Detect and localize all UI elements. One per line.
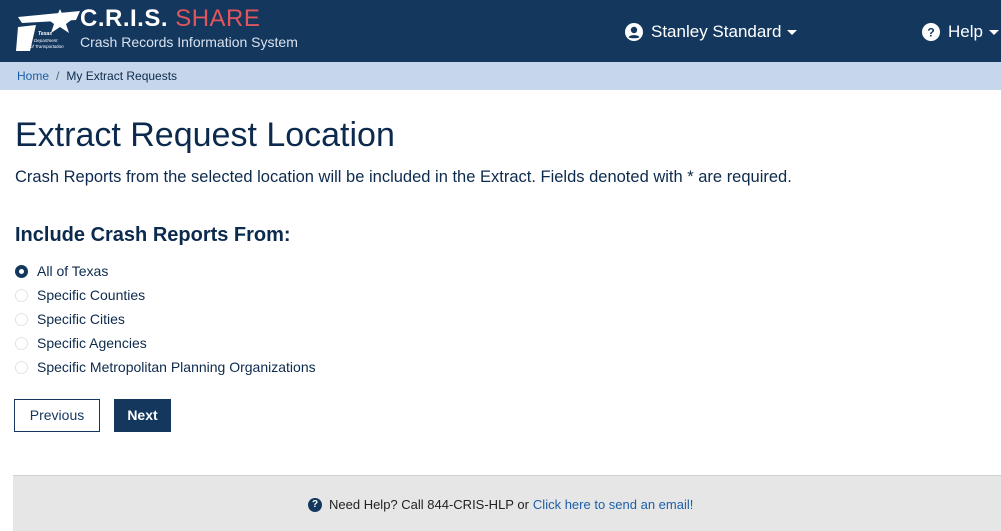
logo-text-line2: Department xyxy=(34,38,58,43)
logo-text-line1: Texas xyxy=(38,31,52,37)
radio-button[interactable] xyxy=(15,288,28,302)
next-button[interactable]: Next xyxy=(114,399,171,432)
page-title: Extract Request Location xyxy=(15,116,395,154)
radio-button[interactable] xyxy=(15,312,28,326)
caret-down-icon xyxy=(988,29,999,35)
radio-label: Specific Agencies xyxy=(37,335,147,351)
footer-help-text: Need Help? Call 844-CRIS-HLP or xyxy=(329,497,529,512)
help-menu[interactable]: ? Help xyxy=(922,20,999,44)
location-radio-group: All of Texas Specific Counties Specific … xyxy=(15,259,316,379)
question-circle-icon: ? xyxy=(922,23,940,41)
radio-button[interactable] xyxy=(15,360,28,374)
breadcrumb: Home / My Extract Requests xyxy=(0,62,1001,90)
breadcrumb-current: My Extract Requests xyxy=(66,69,178,83)
user-circle-icon xyxy=(625,23,643,41)
help-footer: ? Need Help? Call 844-CRIS-HLP or Click … xyxy=(13,475,1001,531)
radio-button-selected[interactable] xyxy=(15,264,28,278)
radio-label: Specific Cities xyxy=(37,311,125,327)
brand-subtitle: Crash Records Information System xyxy=(80,34,298,50)
help-label: Help xyxy=(948,22,983,41)
brand-name: C.R.I.S. xyxy=(80,5,169,32)
logo-text-line3: of Transportation xyxy=(30,44,64,49)
radio-label: All of Texas xyxy=(37,263,109,279)
brand-title: C.R.I.S. SHARE xyxy=(80,5,298,33)
radio-option-specific-cities[interactable]: Specific Cities xyxy=(15,307,316,331)
brand-share: SHARE xyxy=(175,5,261,32)
radio-button[interactable] xyxy=(15,336,28,350)
previous-button[interactable]: Previous xyxy=(14,399,100,432)
page-description: Crash Reports from the selected location… xyxy=(15,168,792,186)
svg-text:?: ? xyxy=(927,26,934,40)
breadcrumb-home[interactable]: Home xyxy=(17,69,49,83)
section-title: Include Crash Reports From: xyxy=(15,224,291,246)
question-circle-icon: ? xyxy=(308,497,322,512)
radio-option-specific-mpos[interactable]: Specific Metropolitan Planning Organizat… xyxy=(15,355,316,379)
send-email-link[interactable]: Click here to send an email! xyxy=(533,497,693,512)
radio-option-specific-agencies[interactable]: Specific Agencies xyxy=(15,331,316,355)
user-menu[interactable]: Stanley Standard xyxy=(625,20,798,44)
footer-help-line: ? Need Help? Call 844-CRIS-HLP or Click … xyxy=(308,497,693,512)
radio-option-specific-counties[interactable]: Specific Counties xyxy=(15,283,316,307)
brand[interactable]: C.R.I.S. SHARE Crash Records Information… xyxy=(80,5,298,51)
radio-label: Specific Counties xyxy=(37,287,146,303)
radio-label: Specific Metropolitan Planning Organizat… xyxy=(37,359,316,375)
breadcrumb-separator: / xyxy=(56,69,60,83)
user-name: Stanley Standard xyxy=(651,22,782,41)
txdot-logo[interactable]: Texas Department of Transportation xyxy=(16,9,82,51)
top-header: Texas Department of Transportation C.R.I… xyxy=(0,0,1001,62)
radio-option-all-of-texas[interactable]: All of Texas xyxy=(15,259,316,283)
caret-down-icon xyxy=(787,29,798,35)
